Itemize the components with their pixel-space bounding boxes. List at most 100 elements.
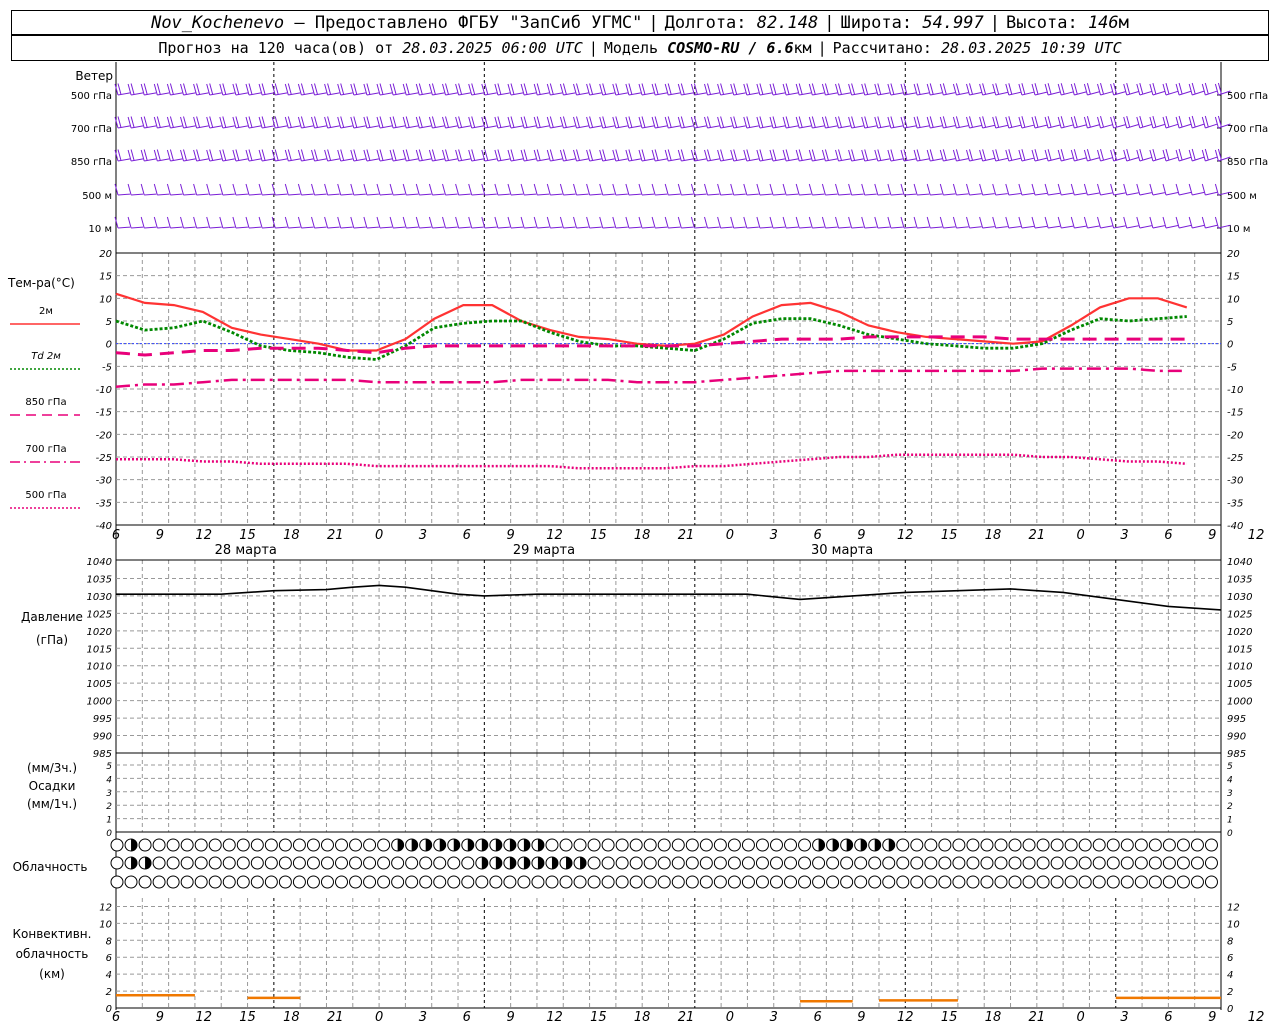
wind-barb-shaft — [655, 226, 668, 229]
wind-barb-shaft — [275, 92, 288, 96]
wind-barb-shaft — [1192, 191, 1205, 196]
cloud-symbol — [166, 856, 180, 870]
temp-ytick-right: -20 — [1227, 430, 1243, 441]
wind-barb-feather — [1214, 83, 1219, 96]
wind-barb-shaft — [209, 193, 222, 196]
wind-barb-shaft — [890, 92, 903, 96]
wind-barb-feather — [248, 83, 253, 95]
wind-barb-shaft — [930, 125, 943, 129]
wind-barb-feather — [523, 149, 528, 161]
cloud-fill — [453, 839, 460, 851]
cloud-symbol — [1204, 838, 1218, 852]
wind-barb-shaft — [759, 193, 772, 196]
cloud-symbol — [840, 875, 854, 889]
cloud-symbol — [1036, 838, 1050, 852]
cloud-symbol — [601, 875, 615, 889]
wind-barb-shaft — [799, 92, 812, 96]
wind-barb-feather — [1136, 149, 1141, 162]
wind-barb-shaft — [838, 193, 851, 196]
wind-barb-feather — [720, 149, 725, 161]
cloud-symbol — [124, 875, 138, 889]
wind-barb-feather — [353, 149, 358, 161]
wind-barb-feather — [969, 83, 973, 95]
wind-barb-feather — [995, 116, 1000, 128]
temp-ytick-left: -15 — [96, 408, 112, 419]
cloud-fill — [145, 857, 152, 869]
wind-barb-shaft — [1074, 124, 1087, 129]
wind-barb-shaft — [1205, 123, 1218, 129]
wind-barb-shaft — [1087, 192, 1100, 196]
temp-title: Тем-ра(°C) — [7, 276, 75, 290]
wind-barb-shaft — [851, 193, 864, 196]
wind-barb-shaft — [131, 158, 144, 162]
time-label-lower: 9 — [507, 1010, 515, 1024]
wind-barb-feather — [955, 83, 960, 95]
wind-barb-shaft — [733, 226, 746, 229]
wind-barb-feather — [916, 83, 921, 95]
wind-barb-shaft — [117, 92, 131, 96]
cloud-symbol — [994, 838, 1008, 852]
wind-barb-feather — [992, 83, 997, 96]
temp-legend-label: 700 гПа — [25, 444, 66, 455]
cloud-symbol — [994, 856, 1008, 870]
wind-barb-shaft — [419, 92, 432, 96]
wind-barb-feather — [287, 149, 292, 161]
wind-barb-feather — [284, 183, 289, 196]
wind-barb-shaft — [641, 125, 655, 129]
cloud-symbol — [1064, 838, 1078, 852]
cloud-symbol — [938, 838, 952, 852]
pressure-ytick-right: 1035 — [1227, 574, 1252, 585]
wind-barb-shaft — [353, 125, 366, 129]
wind-barb-shaft — [1113, 192, 1126, 196]
wind-barb-shaft — [524, 125, 537, 129]
wind-barb-feather — [835, 216, 839, 229]
wind-barb-feather — [929, 149, 934, 161]
wind-barb-shaft — [1061, 157, 1074, 162]
wind-barb-feather — [824, 116, 829, 128]
precip-ytick-right: 1 — [1227, 816, 1233, 826]
wind-barb-feather — [979, 149, 984, 162]
wind-barb-feather — [402, 216, 407, 229]
wind-barb-feather — [693, 116, 698, 128]
time-label-lower: 6 — [463, 1010, 471, 1024]
time-label-lower: 0 — [726, 1010, 734, 1024]
wind-barb-feather — [638, 183, 643, 196]
wind-barb-feather — [939, 216, 944, 229]
wind-barb-shaft — [707, 193, 720, 196]
wind-barb-shaft — [196, 92, 209, 96]
wind-barb-feather — [798, 116, 803, 128]
wind-barb-shaft — [262, 125, 275, 129]
wind-barb-shaft — [628, 226, 641, 229]
cloud-fill — [523, 839, 530, 851]
wind-barb-shaft — [772, 92, 786, 96]
cloud-symbol — [1106, 838, 1120, 852]
cloud-symbol — [685, 838, 699, 852]
wind-barb-feather — [589, 149, 594, 161]
wind-barb-feather — [982, 83, 987, 95]
wind-barb-feather — [1005, 116, 1010, 129]
wind-barb-feather — [1110, 149, 1115, 162]
wind-barb-shaft — [458, 158, 471, 162]
wind-barb-feather — [366, 149, 371, 161]
cloud-symbol — [138, 875, 152, 889]
wind-barb-feather — [1070, 116, 1075, 129]
cloud-fill — [411, 839, 418, 851]
wind-barb-shaft — [563, 226, 576, 229]
cloud-symbol — [292, 875, 306, 889]
temp-ytick-right: 15 — [1227, 272, 1240, 283]
wind-barb-shaft — [275, 125, 288, 129]
wind-barb-feather — [969, 116, 973, 128]
wind-barb-feather — [1031, 83, 1036, 96]
wind-barb-shaft — [943, 226, 956, 229]
wind-barb-feather — [916, 116, 921, 128]
cloud-symbol — [587, 856, 601, 870]
wind-barb-shaft — [602, 125, 615, 129]
cloud-symbol — [1120, 875, 1134, 889]
wind-barb-shaft — [628, 193, 641, 196]
cloud-symbol — [1050, 856, 1064, 870]
wind-barb-feather — [458, 83, 463, 95]
wind-barb-feather — [549, 116, 554, 128]
wind-barb-shaft — [419, 226, 432, 229]
cloud-symbol — [854, 856, 868, 870]
wind-barb-feather — [1191, 82, 1196, 95]
